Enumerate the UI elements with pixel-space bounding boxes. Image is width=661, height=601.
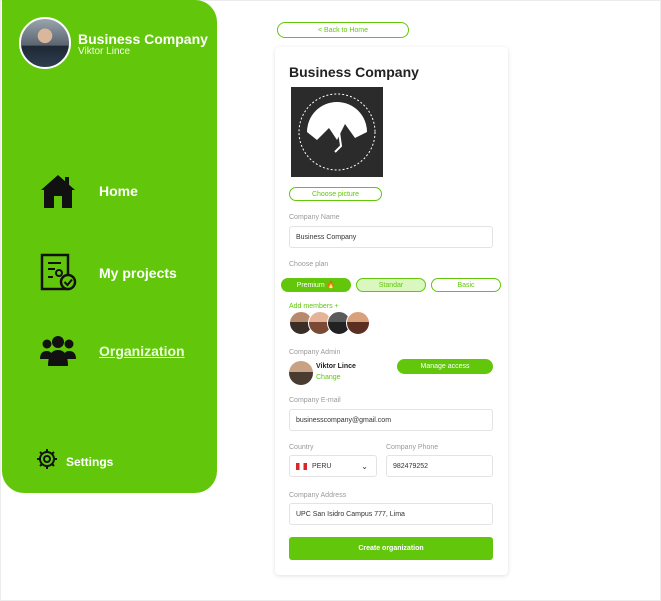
settings-button[interactable]: Settings	[36, 448, 113, 475]
sidebar: Business Company Viktor Lince Home My pr…	[2, 0, 217, 493]
address-field[interactable]: UPC San Isidro Campus 777, Lima	[289, 503, 493, 525]
choose-picture-button[interactable]: Choose picture	[289, 187, 382, 201]
company-name: Business Company	[78, 31, 208, 47]
country-value: PERU	[312, 462, 332, 470]
plan-basic-button[interactable]: Basic	[431, 278, 501, 292]
sidebar-item-organization[interactable]: Organization	[38, 331, 185, 371]
plan-standar-button[interactable]: Standar	[356, 278, 426, 292]
sidebar-item-projects[interactable]: My projects	[38, 253, 177, 293]
sidebar-item-label: Home	[99, 183, 138, 199]
plan-label: Choose plan	[289, 261, 329, 268]
company-name-field[interactable]: Business Company	[289, 226, 493, 248]
admin-name: Viktor Lince	[316, 363, 356, 370]
admin-avatar	[289, 361, 313, 385]
back-to-home-button[interactable]: < Back to Home	[277, 22, 409, 38]
avatar[interactable]	[19, 17, 71, 69]
organization-form: Business Company Choose picture Company …	[275, 47, 508, 575]
email-field[interactable]: businesscompany@gmail.com	[289, 409, 493, 431]
country-label: Country	[289, 444, 314, 451]
email-label: Company E-mail	[289, 397, 341, 404]
member-avatar[interactable]	[346, 311, 370, 335]
projects-icon	[38, 253, 78, 293]
sidebar-item-home[interactable]: Home	[38, 171, 138, 211]
home-icon	[38, 171, 78, 211]
change-admin-link[interactable]: Change	[316, 374, 341, 381]
phone-label: Company Phone	[386, 444, 439, 451]
settings-label: Settings	[66, 454, 114, 469]
company-logo	[291, 87, 383, 177]
chevron-down-icon: ⌄	[361, 462, 368, 471]
page-title: Business Company	[289, 64, 419, 80]
add-members-button[interactable]: Add members +	[289, 303, 339, 310]
address-label: Company Address	[289, 492, 347, 499]
country-select[interactable]: PERU ⌄	[289, 455, 377, 477]
sidebar-item-label: Organization	[99, 343, 185, 359]
manage-access-button[interactable]: Manage access	[397, 359, 493, 374]
create-organization-button[interactable]: Create organization	[289, 537, 493, 560]
peru-flag-icon	[296, 462, 307, 470]
user-name: Viktor Lince	[78, 46, 131, 57]
sidebar-item-label: My projects	[99, 265, 177, 281]
member-list	[289, 311, 370, 335]
company-name-label: Company Name	[289, 214, 340, 221]
gear-icon	[36, 448, 58, 475]
organization-icon	[38, 331, 78, 371]
phone-field[interactable]: 982479252	[386, 455, 493, 477]
plan-premium-button[interactable]: Premium 🔥	[281, 278, 351, 292]
admin-label: Company Admin	[289, 349, 341, 356]
